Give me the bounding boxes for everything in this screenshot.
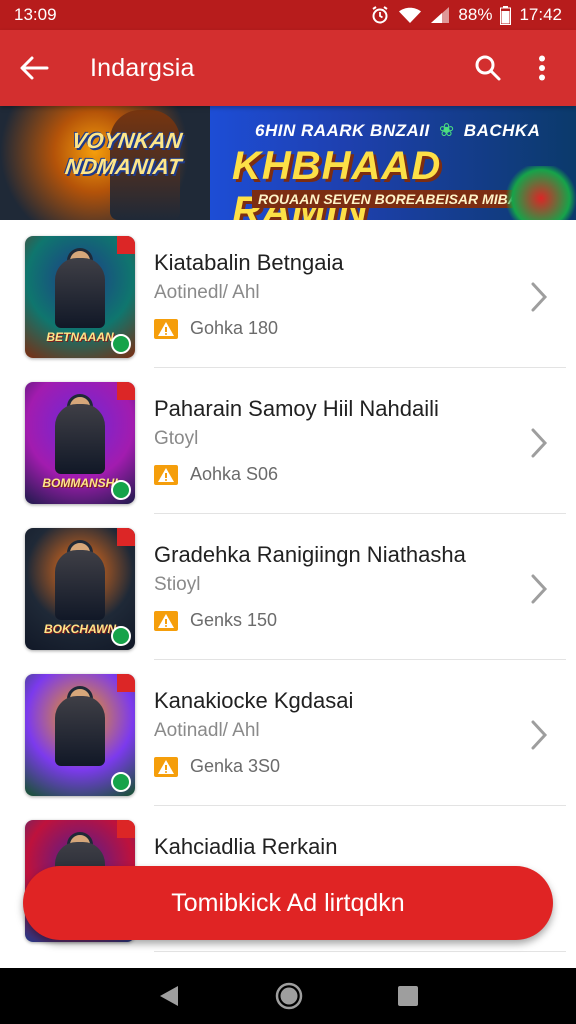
list-item[interactable]: BETNAAAN Kiatabalin Betngaia Aotinedl/ A… bbox=[0, 222, 576, 368]
warning-icon bbox=[154, 756, 178, 777]
nav-recents-icon[interactable] bbox=[398, 986, 419, 1006]
warning-icon bbox=[154, 464, 178, 485]
item-meta: Gohka 180 bbox=[154, 318, 278, 339]
game-list: BETNAAAN Kiatabalin Betngaia Aotinedl/ A… bbox=[0, 222, 576, 952]
thumbnail-badge bbox=[111, 480, 131, 500]
banner-top-line-right: BACHKA bbox=[463, 121, 541, 140]
search-button[interactable] bbox=[468, 48, 508, 88]
thumbnail-tag bbox=[117, 674, 135, 692]
nav-back-icon[interactable] bbox=[158, 984, 180, 1008]
item-meta-text: Gohka 180 bbox=[190, 318, 279, 338]
battery-icon bbox=[500, 5, 512, 25]
item-subtitle: Stioyl bbox=[154, 574, 201, 595]
banner-top-line-text: 6HIN RAARK BNZAII bbox=[255, 121, 430, 140]
warning-icon bbox=[154, 610, 178, 631]
game-thumbnail: BOKCHAWN bbox=[25, 528, 135, 650]
character-body-art bbox=[55, 696, 105, 766]
status-bar: 13:09 88% 17:42 bbox=[0, 0, 576, 30]
character-body-art bbox=[55, 258, 105, 328]
system-nav-bar bbox=[0, 968, 576, 1024]
item-meta-text: Genka 3S0 bbox=[190, 756, 281, 776]
list-item[interactable]: BOKCHAWN Gradehka Ranigiingn Niathasha S… bbox=[0, 514, 576, 660]
banner-fruit-art bbox=[506, 166, 576, 220]
chevron-right-icon bbox=[531, 428, 548, 458]
banner-left-title: VOYNKAN NDMANIAT bbox=[63, 128, 184, 179]
game-thumbnail: BETNAAAN bbox=[25, 236, 135, 358]
thumbnail-badge bbox=[111, 334, 131, 354]
thumbnail-tag bbox=[117, 236, 135, 254]
signal-icon bbox=[431, 7, 450, 23]
more-vert-icon bbox=[539, 55, 545, 81]
overflow-menu-button[interactable] bbox=[522, 48, 562, 88]
status-time-left: 13:09 bbox=[14, 5, 57, 24]
item-meta: Genks 150 bbox=[154, 610, 277, 631]
app-bar: Indargsia bbox=[0, 30, 576, 106]
thumbnail-tag bbox=[117, 528, 135, 546]
promo-banner[interactable]: VOYNKAN NDMANIAT 6HIN RAARK BNZAII ❀ BAC… bbox=[0, 106, 576, 220]
item-title: Kanakiocke Kgdasai bbox=[154, 688, 354, 713]
thumbnail-badge bbox=[111, 772, 131, 792]
page-title: Indargsia bbox=[90, 53, 195, 82]
character-body-art bbox=[55, 404, 105, 474]
status-icons: 88% 17:42 bbox=[370, 5, 562, 25]
list-divider bbox=[154, 951, 566, 952]
nav-home-icon[interactable] bbox=[275, 982, 303, 1010]
alarm-icon bbox=[372, 6, 388, 24]
status-time-right: 17:42 bbox=[519, 5, 562, 24]
character-body-art bbox=[55, 550, 105, 620]
back-button[interactable] bbox=[14, 48, 54, 88]
banner-top-line: 6HIN RAARK BNZAII ❀ BACHKA bbox=[255, 120, 540, 141]
thumbnail-tag bbox=[117, 820, 135, 838]
item-title: Paharain Samoy Hiil Nahdaili bbox=[154, 396, 439, 421]
item-title: Kahciadlia Rerkain bbox=[154, 834, 338, 859]
chevron-right-icon bbox=[531, 574, 548, 604]
chevron-right-icon bbox=[531, 282, 548, 312]
battery-level: 88% bbox=[458, 5, 493, 24]
item-meta-text: Genks 150 bbox=[190, 610, 278, 630]
arrow-left-icon bbox=[20, 56, 49, 80]
chevron-right-icon bbox=[531, 720, 548, 750]
item-meta-text: Aohka S06 bbox=[190, 464, 279, 484]
warning-icon bbox=[154, 318, 178, 339]
leaf-icon: ❀ bbox=[438, 120, 455, 140]
item-meta: Genka 3S0 bbox=[154, 756, 280, 777]
item-meta: Aohka S06 bbox=[154, 464, 278, 485]
game-thumbnail: BOMMANSHI bbox=[25, 382, 135, 504]
thumbnail-badge bbox=[111, 626, 131, 646]
list-item[interactable]: BOMMANSHI Paharain Samoy Hiil Nahdaili G… bbox=[0, 368, 576, 514]
item-subtitle: Gtoyl bbox=[154, 428, 199, 449]
item-title: Kiatabalin Betngaia bbox=[154, 250, 344, 275]
item-subtitle: Aotinedl/ Ahl bbox=[154, 282, 260, 303]
install-ad-button[interactable]: Tomibkick Ad lirtqdkn bbox=[23, 866, 553, 940]
game-thumbnail bbox=[25, 674, 135, 796]
list-item[interactable]: Kanakiocke Kgdasai Aotinadl/ Ahl Genka 3… bbox=[0, 660, 576, 806]
item-title: Gradehka Ranigiingn Niathasha bbox=[154, 542, 466, 567]
wifi-icon bbox=[399, 7, 422, 23]
item-subtitle: Aotinadl/ Ahl bbox=[154, 720, 260, 741]
banner-bottom-line: ROUAAN SEVEN BOREABEISAR MIBASF bbox=[252, 190, 542, 208]
thumbnail-tag bbox=[117, 382, 135, 400]
search-icon bbox=[475, 55, 501, 81]
